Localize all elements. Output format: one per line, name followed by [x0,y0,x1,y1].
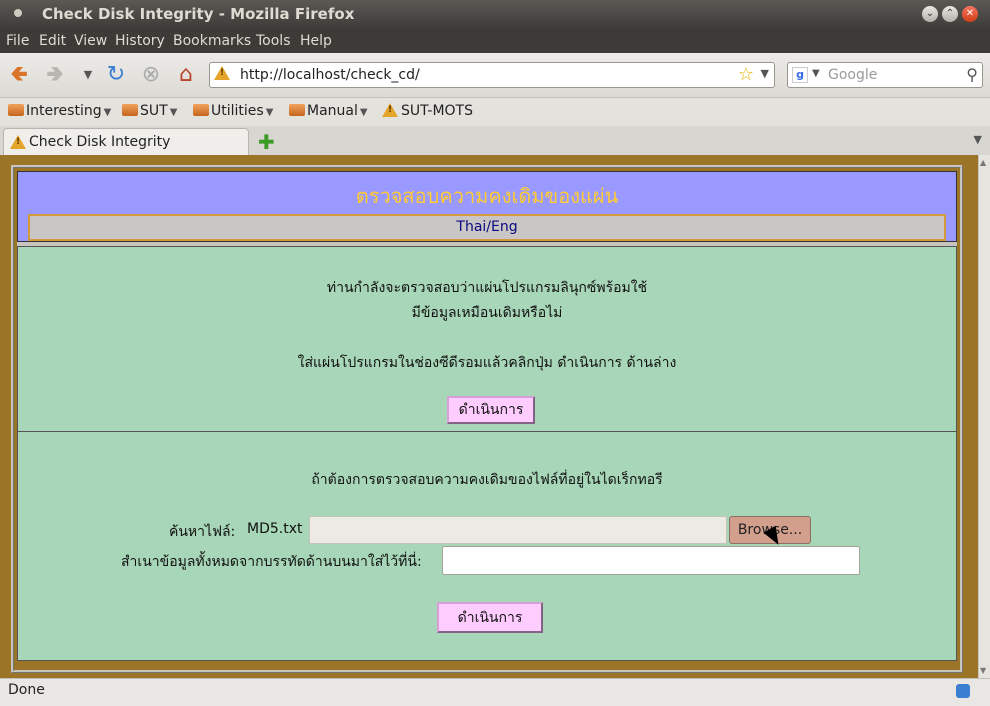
bookmark-folder-sut[interactable]: SUT ▼ [122,103,177,119]
search-input[interactable]: Google [828,67,877,83]
menu-history[interactable]: History [115,33,165,49]
scroll-down-icon[interactable]: ▼ [980,666,986,675]
tab-strip: Check Disk Integrity ✚ ▼ [0,126,990,156]
page-frame: ตรวจสอบความคงเดิมของแผ่น Thai/Eng ท่านกำ… [11,165,963,673]
status-bar: Done [0,678,990,706]
forward-icon[interactable]: 🢂 [42,62,68,88]
file-path-field[interactable] [309,516,727,544]
window-menu-icon[interactable] [14,9,22,17]
check-directory-button[interactable]: ดำเนินการ [437,602,543,633]
url-text[interactable]: http://localhost/check_cd/ [240,67,420,83]
warning-icon [382,103,398,117]
history-dropdown-icon[interactable]: ▼ [75,62,101,88]
addon-status-icon[interactable] [956,684,970,698]
folder-icon [193,104,209,116]
menu-file[interactable]: File [6,33,29,49]
section-divider [18,431,956,432]
chevron-down-icon: ▼ [265,107,274,118]
tab-title: Check Disk Integrity [29,134,171,150]
search-icon[interactable]: ⚲ [966,65,978,84]
stop-icon[interactable]: ⊗ [138,62,164,88]
folder-icon [289,104,305,116]
tab-list-chevron-icon[interactable]: ▼ [974,133,982,146]
bookmark-sut-mots[interactable]: SUT-MOTS [382,103,473,119]
home-icon[interactable]: ⌂ [173,62,199,88]
menu-tools[interactable]: Tools [256,33,291,49]
scroll-up-icon[interactable]: ▲ [980,158,986,167]
vertical-scrollbar[interactable]: ▲ ▼ [978,155,990,678]
search-bar[interactable]: g ▼ Google ⚲ [787,62,983,88]
file-search-label: ค้นหาไฟล์: [169,524,236,540]
folder-icon [122,104,138,116]
window-title: Check Disk Integrity - Mozilla Firefox [42,5,355,23]
intro-line-2: มีข้อมูลเหมือนเดิมหรือไม่ [411,305,563,321]
navigation-toolbar: 🢀 🢂 ▼ ↻ ⊗ ⌂ http://localhost/check_cd/ ☆… [0,53,990,98]
new-tab-icon[interactable]: ✚ [258,130,275,154]
site-identity-icon[interactable] [214,66,230,82]
close-icon[interactable]: ✕ [962,6,978,22]
chevron-down-icon: ▼ [169,107,178,118]
warning-icon [10,135,26,153]
instruction-line: ใส่แผ่นโปรแกรมในช่องซีดีรอมแล้วคลิกปุ่ม … [297,355,677,371]
search-engine-dropdown-icon[interactable]: ▼ [812,68,820,79]
page-heading: ตรวจสอบความคงเดิมของแผ่น [355,184,619,208]
intro-line-1: ท่านกำลังจะตรวจสอบว่าแผ่นโปรแกรมลินุกซ์พ… [326,280,648,296]
checksum-input[interactable] [442,546,860,575]
bookmark-folder-utilities[interactable]: Utilities ▼ [193,103,273,119]
menu-help[interactable]: Help [300,33,332,49]
selected-file-name: MD5.txt [247,521,303,537]
back-icon[interactable]: 🢀 [6,62,32,88]
header-panel: ตรวจสอบความคงเดิมของแผ่น Thai/Eng [17,171,957,242]
bookmark-folder-interesting[interactable]: Interesting ▼ [8,103,111,119]
check-cd-button[interactable]: ดำเนินการ [447,396,535,424]
minimize-icon[interactable]: ⌄ [922,6,938,22]
bookmark-star-icon[interactable]: ☆ [738,64,754,85]
menu-edit[interactable]: Edit [39,33,66,49]
window-titlebar: Check Disk Integrity - Mozilla Firefox ⌄… [0,0,990,29]
reload-icon[interactable]: ↻ [103,62,129,88]
page-content: ตรวจสอบความคงเดิมของแผ่น Thai/Eng ท่านกำ… [0,155,978,678]
main-panel: ท่านกำลังจะตรวจสอบว่าแผ่นโปรแกรมลินุกซ์พ… [17,246,957,661]
language-link[interactable]: Thai/Eng [456,219,517,235]
paste-label: สำเนาข้อมูลทั้งหมดจากบรรทัดด้านบนมาใส่ไว… [121,554,422,570]
chevron-down-icon: ▼ [103,107,112,118]
address-bar[interactable]: http://localhost/check_cd/ ☆ ▼ [209,62,775,88]
menu-bookmarks[interactable]: Bookmarks [173,33,251,49]
menu-view[interactable]: View [74,33,107,49]
bookmarks-toolbar: Interesting▼ SUT▼ Utilities▼ Manual▼ SUT… [0,98,990,126]
status-text: Done [8,682,45,698]
maximize-icon[interactable]: ⌃ [942,6,958,22]
menu-bar: File Edit View History Bookmarks Tools H… [0,29,990,53]
folder-icon [8,104,24,116]
chevron-down-icon: ▼ [359,107,368,118]
search-engine-icon[interactable]: g [792,67,808,83]
url-dropdown-icon[interactable]: ▼ [761,67,769,80]
tab-check-disk-integrity[interactable]: Check Disk Integrity [3,128,249,155]
directory-check-intro: ถ้าต้องการตรวจสอบความคงเดิมของไฟล์ที่อยู… [311,472,663,488]
language-switch: Thai/Eng [28,214,946,241]
bookmark-folder-manual[interactable]: Manual ▼ [289,103,368,119]
